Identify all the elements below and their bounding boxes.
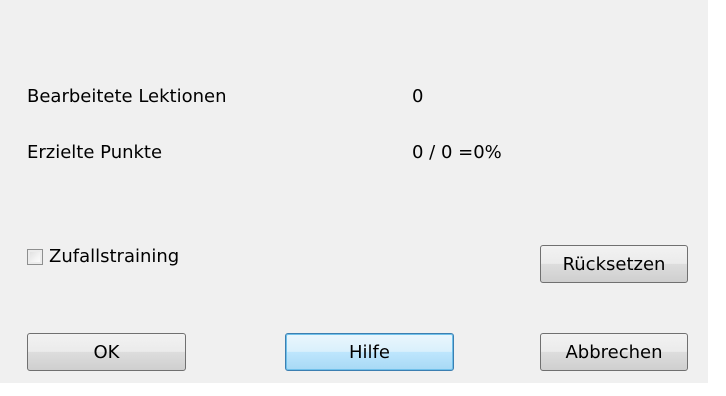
ok-button[interactable]: OK	[27, 333, 186, 371]
cancel-button[interactable]: Abbrechen	[540, 333, 688, 371]
random-training-option[interactable]: Zufallstraining	[27, 246, 179, 268]
random-training-label: Zufallstraining	[49, 246, 180, 267]
points-value: 0 / 0 =0%	[412, 142, 502, 163]
help-button[interactable]: Hilfe	[285, 333, 454, 371]
reset-button[interactable]: Rücksetzen	[540, 245, 688, 283]
training-stats-dialog: Bearbeitete Lektionen 0 Erzielte Punkte …	[0, 0, 708, 383]
random-training-checkbox[interactable]	[27, 249, 43, 265]
points-label: Erzielte Punkte	[27, 142, 163, 163]
lessons-label: Bearbeitete Lektionen	[27, 86, 227, 107]
lessons-value: 0	[412, 86, 424, 107]
